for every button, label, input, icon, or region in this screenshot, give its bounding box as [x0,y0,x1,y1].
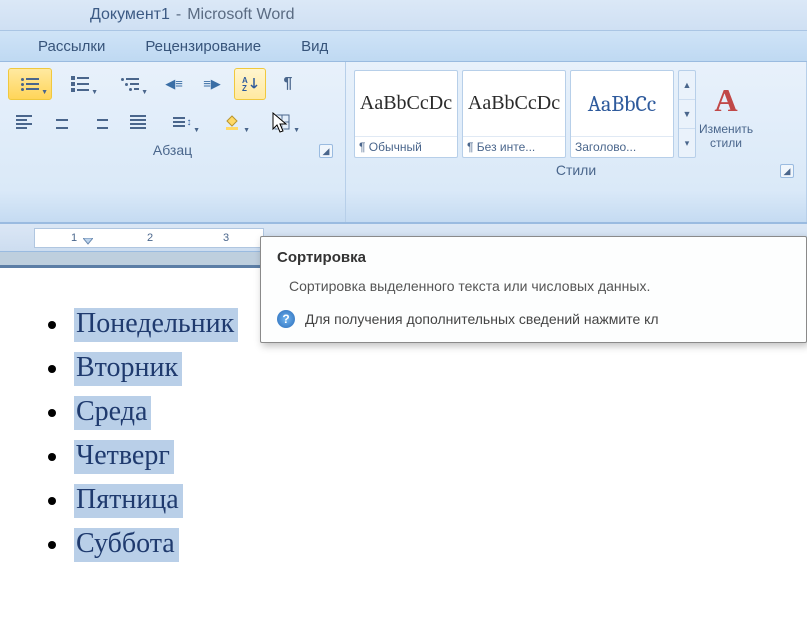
group-paragraph: ▼ ▼ ▼ ◀≡ ≡▶ AZ [0,62,346,222]
tooltip-title: Сортировка [277,249,790,266]
bullet-icon [48,409,56,417]
list-item-text: Вторник [74,352,182,386]
group-styles: AaBbCcDc ¶ Обычный AaBbCcDc ¶ Без инте..… [346,62,807,222]
document-name: Документ1 [90,6,170,24]
tooltip-help-text: Для получения дополнительных сведений на… [305,311,659,327]
dropdown-icon: ▼ [243,127,250,134]
numbering-icon [71,76,89,92]
tooltip-body: Сортировка выделенного текста или числов… [289,278,790,294]
numbering-button[interactable]: ▼ [58,68,102,100]
style-sample: AaBbCcDc [355,71,457,136]
ribbon-tabs: Рассылки Рецензирование Вид [0,30,807,62]
group-label-paragraph: Абзац ◢ [8,138,337,164]
ruler-mark: 2 [147,232,153,244]
increase-indent-icon: ≡▶ [203,76,221,92]
title-bar: Документ1 - Microsoft Word [0,0,807,30]
list-item[interactable]: Среда [48,396,787,430]
pilcrow-icon: ¶ [284,75,293,93]
paragraph-dialog-launcher[interactable]: ◢ [319,144,333,158]
tooltip-help-row: ? Для получения дополнительных сведений … [277,310,790,328]
dropdown-icon: ▼ [293,127,300,134]
dropdown-icon: ▼ [141,89,148,96]
ruler-mark: 1 [71,232,77,244]
list-item[interactable]: Четверг [48,440,787,474]
bullet-icon [48,541,56,549]
line-spacing-icon [173,117,185,127]
sort-button[interactable]: AZ [234,68,266,100]
style-no-spacing[interactable]: AaBbCcDc ¶ Без инте... [462,70,566,158]
app-name: Microsoft Word [187,6,294,24]
list-item[interactable]: Суббота [48,528,787,562]
ribbon: ▼ ▼ ▼ ◀≡ ≡▶ AZ [0,62,807,224]
bullet-icon [48,365,56,373]
dropdown-icon: ▼ [91,89,98,96]
svg-text:Z: Z [242,84,247,93]
title-separator: - [176,6,181,24]
styles-expand[interactable]: ▾ [679,129,695,157]
increase-indent-button[interactable]: ≡▶ [196,68,228,100]
list-item[interactable]: Вторник [48,352,787,386]
style-heading[interactable]: AaBbCc Заголово... [570,70,674,158]
bullets-icon [21,78,39,91]
style-normal[interactable]: AaBbCcDc ¶ Обычный [354,70,458,158]
help-icon: ? [277,310,295,328]
list-item[interactable]: Пятница [48,484,787,518]
list-item-text: Понедельник [74,308,238,342]
decrease-indent-button[interactable]: ◀≡ [158,68,190,100]
horizontal-ruler[interactable]: 1 2 3 [34,228,264,248]
styles-gallery-nav: ▲ ▼ ▾ [678,70,696,158]
change-styles-button[interactable]: A Изменить стили [700,70,752,158]
list-item-text: Четверг [74,440,174,474]
change-styles-icon: A [714,82,737,119]
align-right-icon [92,115,108,129]
shading-button[interactable]: ▼ [210,106,254,138]
change-styles-label: Изменить стили [699,123,753,149]
line-spacing-button[interactable]: ↕ ▼ [160,106,204,138]
align-left-button[interactable] [8,106,40,138]
align-center-button[interactable] [46,106,78,138]
group-label-styles: Стили ◢ [354,158,798,184]
styles-scroll-up[interactable]: ▲ [679,71,695,100]
tab-view[interactable]: Вид [301,38,328,55]
styles-dialog-launcher[interactable]: ◢ [780,164,794,178]
bullet-icon [48,497,56,505]
list-item-text: Среда [74,396,151,430]
style-name: ¶ Без инте... [463,136,565,157]
multilevel-icon [121,78,139,91]
align-center-icon [54,115,70,129]
style-sample: AaBbCc [571,71,673,136]
sort-icon: AZ [241,75,259,93]
borders-icon [273,113,291,131]
ruler-mark: 3 [223,232,229,244]
justify-button[interactable] [122,106,154,138]
borders-button[interactable]: ▼ [260,106,304,138]
style-sample: AaBbCcDc [463,71,565,136]
show-marks-button[interactable]: ¶ [272,68,304,100]
dropdown-icon: ▼ [41,89,48,96]
bucket-icon [223,113,241,131]
style-name: Заголово... [571,136,673,157]
tooltip-sort: Сортировка Сортировка выделенного текста… [260,236,807,343]
multilevel-list-button[interactable]: ▼ [108,68,152,100]
align-right-button[interactable] [84,106,116,138]
bullets-button[interactable]: ▼ [8,68,52,100]
tab-mailings[interactable]: Рассылки [38,38,105,55]
justify-icon [130,115,146,129]
bullet-icon [48,453,56,461]
styles-scroll-down[interactable]: ▼ [679,100,695,129]
align-left-icon [16,115,32,129]
decrease-indent-icon: ◀≡ [165,76,183,92]
dropdown-icon: ▼ [193,127,200,134]
style-name: ¶ Обычный [355,136,457,157]
list-item-text: Суббота [74,528,179,562]
list-item-text: Пятница [74,484,183,518]
indent-marker-icon[interactable] [83,238,93,247]
bullet-icon [48,321,56,329]
bulleted-list: Понедельник Вторник Среда Четверг Пятниц… [48,308,787,562]
tab-review[interactable]: Рецензирование [145,38,261,55]
